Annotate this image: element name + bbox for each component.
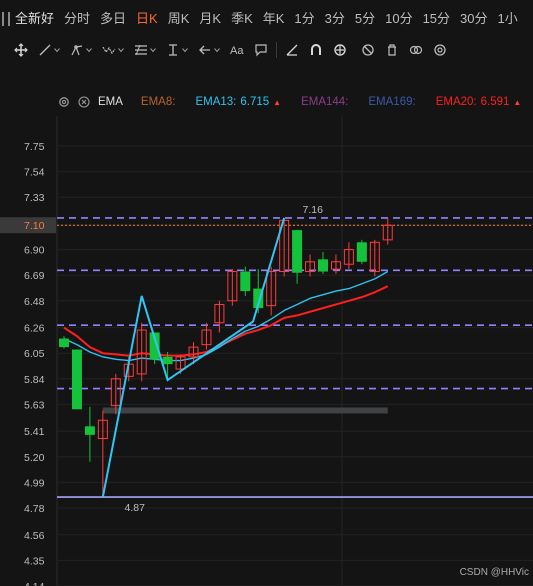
price-axis-label: 5.20 <box>24 452 45 464</box>
price-axis-label: 6.05 <box>24 348 45 360</box>
price-axis-label: 6.69 <box>24 270 45 282</box>
price-axis-label: 4.78 <box>24 503 45 515</box>
price-axis-label: 7.54 <box>24 167 45 179</box>
price-axis-label: 6.90 <box>24 245 45 257</box>
candle-body-down <box>240 271 251 292</box>
ema20-line <box>63 285 389 357</box>
price-axis-label: 4.99 <box>24 477 45 489</box>
current-price-label: 7.10 <box>24 220 45 232</box>
price-annotation: 7.16 <box>303 204 324 216</box>
price-axis-label: 5.84 <box>24 374 45 386</box>
price-axis-label: 7.75 <box>24 141 45 153</box>
candle-body-down <box>356 242 367 262</box>
price-axis-label: 7.33 <box>24 192 45 204</box>
price-axis-label: 4.56 <box>24 530 45 542</box>
price-axis-label: 6.26 <box>24 323 45 335</box>
range-band <box>102 407 388 414</box>
footer-watermark: CSDN @HHVic <box>459 567 529 578</box>
price-axis-label: 4.14 <box>24 581 45 586</box>
price-axis-label: 5.63 <box>24 399 45 411</box>
candle-body-down <box>59 338 69 348</box>
price-axis-label: 4.35 <box>24 555 45 567</box>
candle-body-down <box>162 356 173 365</box>
candle-body-down <box>318 259 328 272</box>
candle-body-down <box>292 230 303 273</box>
ema13-line <box>63 270 389 362</box>
candle-body-down <box>71 349 82 410</box>
price-axis-label: 6.48 <box>24 296 45 308</box>
kline-chart[interactable]: 7.75 7.54 7.33 6.90 6.69 6.48 6.26 6.05 5.84 5.63… <box>0 0 533 586</box>
price-annotation: 4.87 <box>125 502 146 514</box>
price-axis-label: 5.41 <box>24 426 45 438</box>
candle-body-down <box>84 426 95 435</box>
